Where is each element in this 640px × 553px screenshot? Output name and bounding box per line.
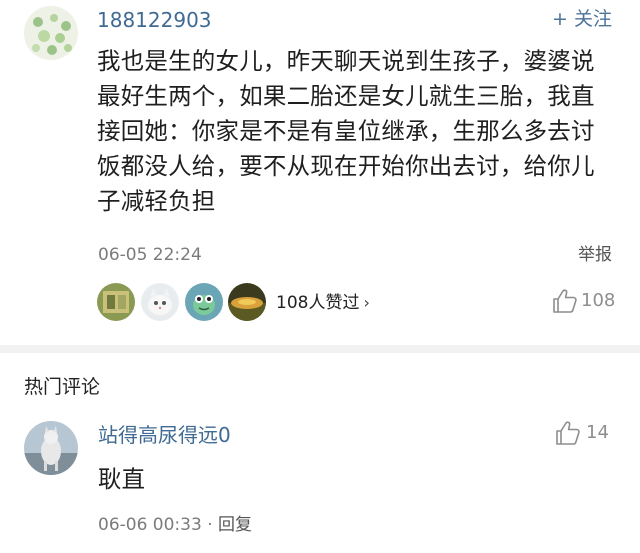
like-button[interactable]: 108 — [551, 287, 615, 315]
liker-avatar-image — [185, 283, 223, 321]
reply-like-count: 14 — [586, 422, 609, 443]
reply-footer: 06-06 00:33 · 回复 — [98, 514, 252, 536]
likers-summary-text: 108人赞过 — [276, 293, 360, 313]
follow-button[interactable]: + 关注 — [552, 7, 612, 31]
meta-separator: · — [201, 515, 219, 535]
user-avatar[interactable] — [24, 6, 78, 60]
thumbs-up-icon — [554, 419, 582, 447]
reply-username[interactable]: 站得高尿得远0 — [98, 423, 231, 447]
liker-avatar-image — [97, 283, 135, 321]
avatar-image — [24, 6, 78, 60]
reply-like-button[interactable]: 14 — [554, 419, 609, 447]
report-button[interactable]: 举报 — [578, 244, 612, 266]
liker-avatar-image — [228, 283, 266, 321]
reply-button[interactable]: 回复 — [218, 515, 252, 535]
comment-timestamp: 06-05 22:24 — [98, 245, 202, 265]
like-count: 108 — [581, 290, 616, 311]
comment-username[interactable]: 188122903 — [97, 8, 212, 32]
chevron-right-icon: › — [363, 293, 370, 312]
liker-avatar-image — [141, 283, 179, 321]
reply-timestamp: 06-06 00:33 — [98, 515, 202, 535]
liker-avatar[interactable] — [141, 283, 179, 321]
reply-avatar-image — [24, 421, 78, 475]
section-divider — [0, 345, 640, 353]
reply-user-avatar[interactable] — [24, 421, 78, 475]
reply-text: 耿直 — [98, 465, 145, 493]
likers-summary-link[interactable]: 108人赞过 › — [276, 292, 370, 314]
thumbs-up-icon — [551, 287, 579, 315]
liker-avatar[interactable] — [228, 283, 266, 321]
liker-avatar[interactable] — [97, 283, 135, 321]
liker-avatar[interactable] — [185, 283, 223, 321]
comment-text: 我也是生的女儿，昨天聊天说到生孩子，婆婆说最好生两个，如果二胎还是女儿就生三胎，… — [97, 47, 595, 215]
hot-comments-title: 热门评论 — [24, 376, 101, 398]
